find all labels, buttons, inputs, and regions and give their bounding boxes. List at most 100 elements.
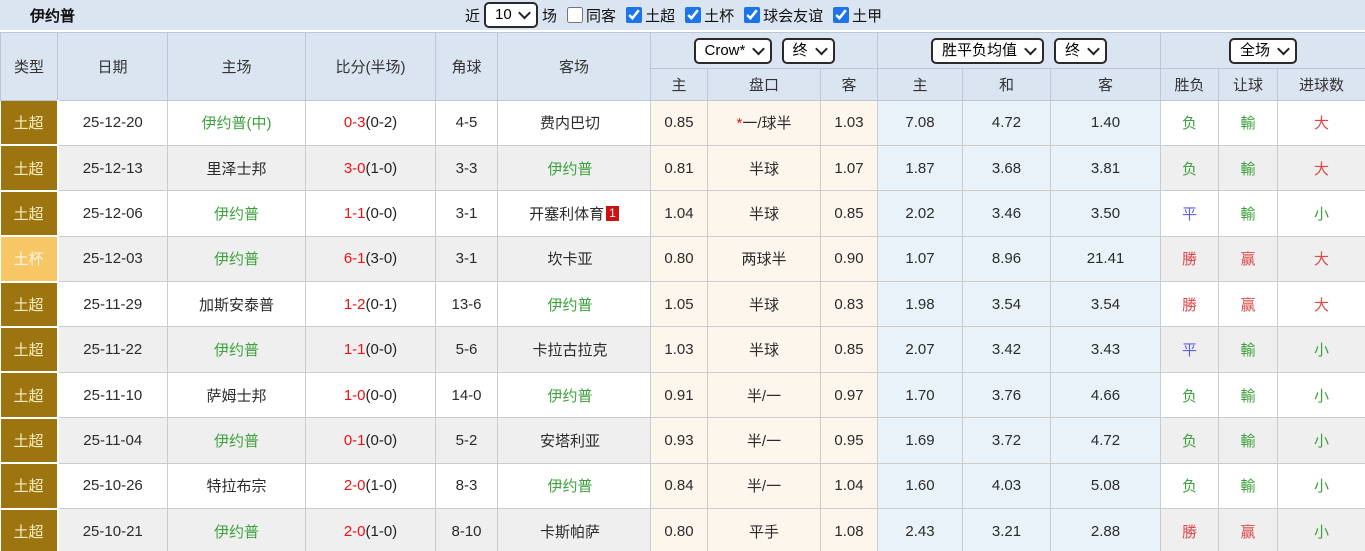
wdl-result-cell: 负	[1160, 417, 1220, 464]
cup-checkbox[interactable]	[685, 7, 702, 23]
away-team: 伊约普	[547, 387, 593, 405]
subcol-wdl: 胜负	[1160, 68, 1220, 101]
eu-away-odds-cell: 3.54	[1049, 281, 1162, 328]
home-team: 伊约普	[213, 251, 259, 269]
home-cell: 伊约普	[167, 190, 306, 237]
date-cell: 25-11-29	[57, 281, 168, 328]
asian-source-select[interactable]: Crow*	[693, 37, 772, 64]
filter-controls: 近 10 场 同客 土超 土杯 球会友谊 土甲	[465, 2, 882, 28]
subcol-eu-away: 客	[1049, 68, 1162, 101]
handicap-text: 半/一	[746, 387, 782, 405]
checkbox-label: 土超	[645, 7, 676, 25]
handicap-result-cell: 輸	[1218, 190, 1279, 237]
page-title: 伊约普	[30, 7, 76, 25]
home-cell: 伊约普	[167, 235, 306, 283]
half-score: (0-0)	[365, 341, 398, 359]
date-cell: 25-12-03	[57, 235, 168, 283]
score-cell: 1-2(0-1)	[305, 281, 436, 328]
full-score: 3-0	[343, 159, 366, 177]
subcol-eu-draw: 和	[962, 68, 1051, 101]
club-friendly-checkbox[interactable]	[744, 7, 761, 23]
match-table-body: 土超 25-12-20 伊约普(中) 0-3(0-2) 4-5 费内巴切 0.8…	[0, 100, 1365, 551]
goals-result-cell: 小	[1277, 326, 1365, 373]
goals-result-cell: 大	[1277, 100, 1365, 146]
asian-odds-group-header: Crow* 终	[650, 32, 878, 69]
handicap-result-cell: 赢	[1218, 235, 1279, 283]
handicap-text: 半球	[748, 342, 779, 360]
date-cell: 25-10-21	[57, 508, 168, 551]
away-badge: 1	[606, 205, 619, 221]
handicap-result-cell: 輸	[1218, 144, 1279, 192]
date-cell: 25-12-06	[57, 190, 168, 237]
checkbox-super-league[interactable]: 土超	[626, 5, 675, 26]
goals-result-cell: 大	[1277, 144, 1365, 192]
ah-home-odds-cell: 0.80	[650, 508, 708, 551]
checkbox-cup[interactable]: 土杯	[685, 5, 734, 26]
score-cell: 2-0(1-0)	[305, 462, 436, 510]
eu-draw-odds-cell: 4.72	[962, 100, 1051, 146]
table-row: 土超 25-12-13 里泽士邦 3-0(1-0) 3-3 伊约普 0.81 半…	[0, 144, 1365, 192]
eu-away-odds-cell: 3.43	[1049, 326, 1162, 373]
handicap-cell: 半球	[707, 281, 821, 328]
super-league-checkbox[interactable]	[626, 7, 643, 23]
corners-cell: 4-5	[435, 100, 498, 146]
europe-time-select[interactable]: 终	[1054, 37, 1108, 64]
goals-result-cell: 小	[1277, 417, 1365, 464]
col-header-corners: 角球	[435, 32, 498, 101]
eu-away-odds-cell: 4.66	[1049, 371, 1162, 419]
ah-away-odds-cell: 1.07	[820, 144, 878, 192]
recent-count-select[interactable]: 10	[484, 2, 539, 28]
home-cell: 伊约普(中)	[167, 100, 306, 146]
handicap-result-cell: 輸	[1218, 462, 1279, 510]
checkbox-label: 土甲	[852, 7, 883, 25]
checkbox-club-friendly[interactable]: 球会友谊	[744, 5, 823, 26]
handicap-cell: 半/一	[707, 462, 821, 510]
first-league-checkbox[interactable]	[833, 7, 850, 23]
ah-away-odds-cell: 0.83	[820, 281, 878, 328]
eu-away-odds-cell: 21.41	[1049, 235, 1162, 283]
handicap-result-cell: 赢	[1218, 281, 1279, 328]
handicap-result-cell: 輸	[1218, 371, 1279, 419]
eu-away-odds-cell: 5.08	[1049, 462, 1162, 510]
away-team: 卡斯帕萨	[539, 523, 600, 541]
handicap-cell: 半球	[707, 190, 821, 237]
away-cell: 伊约普	[497, 462, 651, 510]
checkbox-same-away[interactable]: 同客	[567, 5, 616, 26]
handicap-cell: 半/一	[707, 371, 821, 419]
score-cell: 1-0(0-0)	[305, 371, 436, 419]
away-cell: 开塞利体育 1	[497, 190, 651, 237]
ah-home-odds-cell: 0.80	[650, 235, 708, 283]
goals-result-cell: 小	[1277, 462, 1365, 510]
goals-result-cell: 小	[1277, 371, 1365, 419]
col-header-home: 主场	[167, 32, 306, 101]
checkbox-first-league[interactable]: 土甲	[833, 5, 882, 26]
eu-home-odds-cell: 2.43	[877, 508, 963, 551]
handicap-result-cell: 輸	[1218, 326, 1279, 373]
same-away-checkbox[interactable]	[567, 7, 584, 23]
table-row: 土超 25-11-10 萨姆士邦 1-0(0-0) 14-0 伊约普 0.91 …	[0, 371, 1365, 419]
eu-home-odds-cell: 1.87	[877, 144, 963, 192]
score-cell: 2-0(1-0)	[305, 508, 436, 551]
subcol-goal-count: 进球数	[1277, 68, 1365, 101]
result-scope-select[interactable]: 全场	[1229, 37, 1298, 64]
half-score: (1-0)	[365, 522, 398, 540]
eu-draw-odds-cell: 3.76	[962, 371, 1051, 419]
subcol-ah-home: 主	[650, 68, 708, 101]
europe-source-select[interactable]: 胜平负均值	[931, 37, 1045, 64]
ah-away-odds-cell: 0.85	[820, 326, 878, 373]
eu-away-odds-cell: 4.72	[1049, 417, 1162, 464]
home-cell: 伊约普	[167, 417, 306, 464]
type-cell: 土超	[0, 417, 59, 465]
ah-home-odds-cell: 0.84	[650, 462, 708, 510]
half-score: (3-0)	[365, 250, 398, 268]
handicap-text: 半球	[748, 160, 779, 178]
score-cell: 1-1(0-0)	[305, 326, 436, 373]
asian-time-select[interactable]: 终	[781, 37, 835, 64]
type-cell: 土超	[0, 508, 59, 551]
table-row: 土超 25-12-20 伊约普(中) 0-3(0-2) 4-5 费内巴切 0.8…	[0, 100, 1365, 147]
eu-draw-odds-cell: 3.54	[962, 281, 1051, 328]
matches-unit-label: 场	[542, 7, 558, 25]
ah-away-odds-cell: 0.85	[820, 190, 878, 237]
full-score: 1-2	[343, 295, 366, 313]
corners-cell: 13-6	[435, 281, 498, 328]
